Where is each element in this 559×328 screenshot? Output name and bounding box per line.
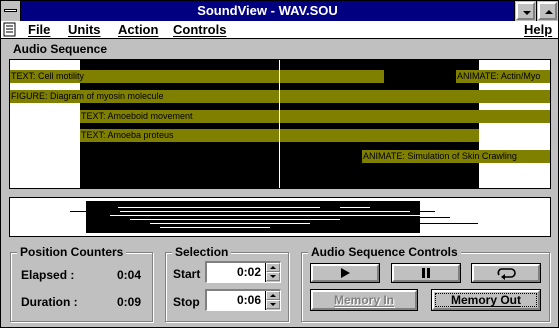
- sequence-track[interactable]: TEXT: Amoeboid movement: [80, 110, 550, 123]
- system-menu-button[interactable]: [1, 1, 21, 21]
- memory-out-button[interactable]: Memory Out: [431, 289, 541, 311]
- loop-icon: [497, 268, 516, 280]
- memory-in-label: Memory In: [333, 293, 394, 307]
- start-value[interactable]: 0:02: [207, 265, 261, 279]
- memory-out-label: Memory Out: [450, 293, 521, 307]
- start-decrement-button[interactable]: [266, 272, 280, 281]
- duration-label: Duration :: [21, 295, 78, 309]
- menu-help[interactable]: Help: [524, 22, 552, 38]
- play-button[interactable]: [310, 263, 380, 283]
- stop-decrement-button[interactable]: [266, 300, 280, 309]
- minimize-button[interactable]: [514, 1, 536, 21]
- selection-group: Selection Start 0:02 Stop 0:06: [165, 245, 289, 322]
- stop-spinbox[interactable]: 0:06: [205, 289, 281, 311]
- menu-units[interactable]: Units: [68, 22, 101, 38]
- start-label: Start: [173, 267, 201, 281]
- start-increment-button[interactable]: [266, 263, 280, 272]
- maximize-icon: [545, 10, 553, 14]
- sequence-track[interactable]: FIGURE: Diagram of myosin molecule: [10, 90, 550, 103]
- maximize-button[interactable]: [536, 1, 558, 21]
- elapsed-label: Elapsed :: [21, 268, 75, 282]
- loop-button[interactable]: [471, 263, 541, 283]
- pause-icon: [422, 268, 430, 278]
- stop-value[interactable]: 0:06: [207, 293, 261, 307]
- menu-bar: File Units Action Controls Help: [1, 21, 558, 39]
- document-icon[interactable]: [3, 22, 17, 37]
- audio-sequence-timeline[interactable]: TEXT: Cell motility ANIMATE: Actin/Myo F…: [9, 59, 551, 189]
- menu-action[interactable]: Action: [118, 22, 158, 38]
- selection-title: Selection: [172, 245, 232, 259]
- playback-cursor[interactable]: [279, 60, 280, 188]
- elapsed-value: 0:04: [117, 268, 142, 282]
- audio-sequence-controls-title: Audio Sequence Controls: [308, 245, 461, 259]
- soundview-window: SoundView - WAV.SOU File Units Action Co…: [0, 0, 559, 328]
- waveform-overview[interactable]: [9, 197, 551, 237]
- position-counters-title: Position Counters: [17, 245, 127, 259]
- sequence-track[interactable]: ANIMATE: Actin/Myo: [456, 70, 550, 83]
- memory-in-button[interactable]: Memory In: [310, 289, 418, 311]
- audio-sequence-label: Audio Sequence: [13, 42, 108, 56]
- duration-value: 0:09: [117, 295, 142, 309]
- position-counters-group: Position Counters Elapsed : 0:04 Duratio…: [10, 245, 153, 322]
- minimize-icon: [523, 11, 531, 15]
- play-icon: [341, 268, 350, 278]
- sequence-track[interactable]: ANIMATE: Simulation of Skin Crawling: [362, 150, 550, 163]
- title-bar[interactable]: SoundView - WAV.SOU: [1, 1, 558, 21]
- sequence-track[interactable]: TEXT: Cell motility: [10, 70, 384, 83]
- stop-increment-button[interactable]: [266, 291, 280, 300]
- menu-file[interactable]: File: [28, 22, 50, 38]
- menu-controls[interactable]: Controls: [173, 22, 226, 38]
- window-title: SoundView - WAV.SOU: [197, 3, 338, 18]
- start-spinbox[interactable]: 0:02: [205, 261, 281, 283]
- pause-button[interactable]: [391, 263, 461, 283]
- stop-label: Stop: [173, 295, 200, 309]
